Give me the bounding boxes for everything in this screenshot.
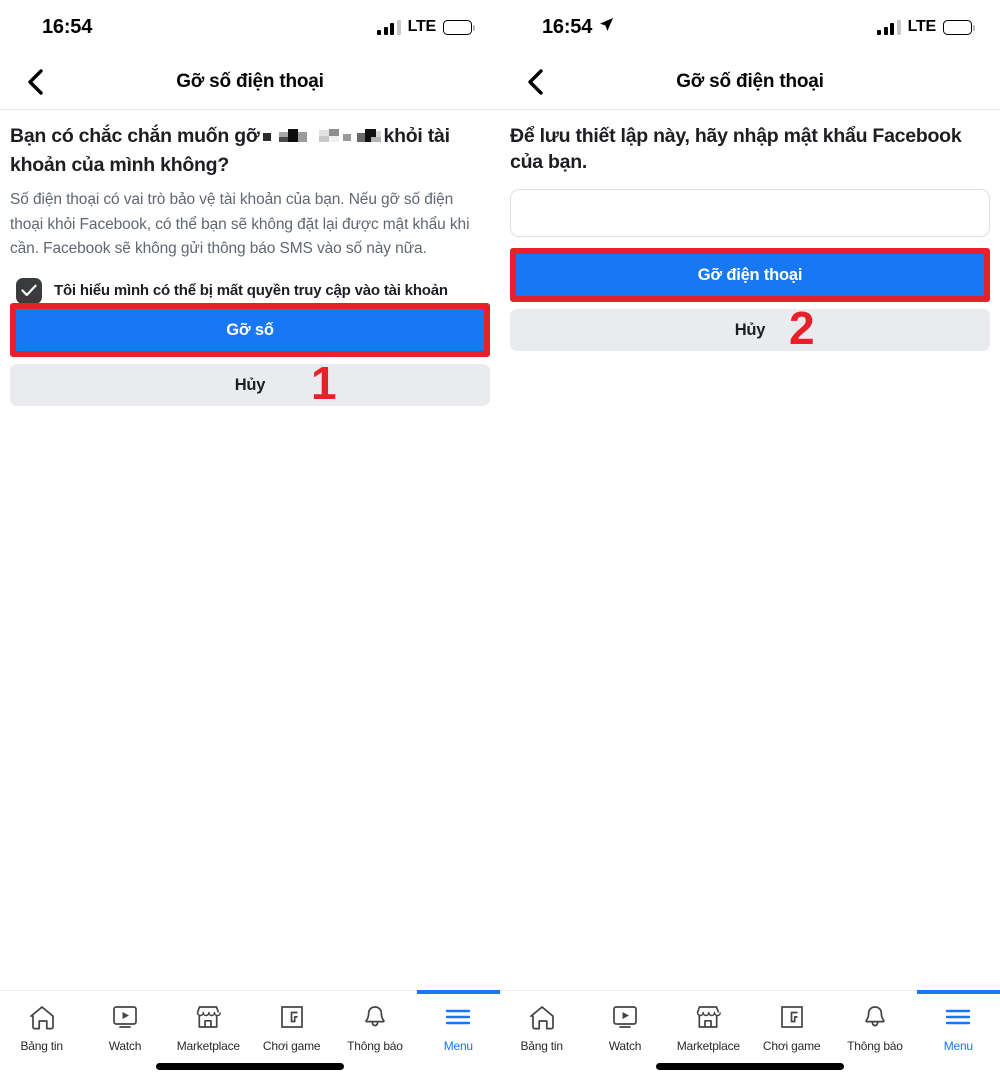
tab-label: Menu xyxy=(443,1039,473,1053)
sidebar-item-marketplace[interactable]: Marketplace xyxy=(167,1002,250,1053)
hamburger-icon xyxy=(944,1002,972,1032)
signal-bars-icon xyxy=(877,19,901,35)
sidebar-item-thong-bao[interactable]: Thông báo xyxy=(333,1002,416,1053)
tab-label: Thông báo xyxy=(347,1039,403,1053)
status-bar-right-group: LTE xyxy=(377,18,475,36)
page-title: Gỡ số điện thoại xyxy=(676,70,824,92)
home-indicator xyxy=(156,1063,344,1070)
acknowledge-checkbox-row[interactable]: Tôi hiểu mình có thể bị mất quyền truy c… xyxy=(10,277,490,304)
sidebar-item-menu[interactable]: Menu xyxy=(416,990,500,1053)
chevron-left-icon[interactable] xyxy=(18,65,52,99)
sidebar-item-choi-game[interactable]: Chơi game xyxy=(750,1002,833,1053)
active-tab-indicator xyxy=(416,990,500,994)
panel-password-confirm: 16:54 LTE Gỡ số điện thoại Để lưu thiết … xyxy=(500,0,1000,1082)
confirm-headline: Bạn có chắc chắn muốn gỡ khỏi tài khoản … xyxy=(10,124,490,178)
headline-text-before: Bạn có chắc chắn muốn gỡ xyxy=(10,125,260,147)
tab-label: Bảng tin xyxy=(520,1039,563,1053)
status-bar-left: 16:54 LTE xyxy=(0,0,500,54)
status-bar-left-group: 16:54 xyxy=(542,16,614,39)
panel-confirm-remove: 16:54 LTE Gỡ số điện thoại Bạn có chắc c… xyxy=(0,0,500,1082)
tab-label: Watch xyxy=(108,1039,142,1053)
step-number-2: 2 xyxy=(789,302,815,354)
checkmark-icon xyxy=(21,285,37,297)
status-bar-time: 16:54 xyxy=(542,15,593,38)
location-arrow-icon xyxy=(599,17,614,37)
status-bar-right: 16:54 LTE xyxy=(500,0,1000,54)
bell-icon xyxy=(861,1002,889,1032)
panel-content-right: Để lưu thiết lập này, hãy nhập mật khẩu … xyxy=(500,110,1000,238)
status-bar-right-group: LTE xyxy=(877,18,975,36)
password-input[interactable] xyxy=(510,189,990,238)
sidebar-item-menu[interactable]: Menu xyxy=(916,990,1000,1053)
nav-header-left: Gỡ số điện thoại xyxy=(0,54,500,110)
confirm-body-text: Số điện thoại có vai trò bảo vệ tài khoả… xyxy=(10,191,470,258)
cancel-button[interactable]: Hủy xyxy=(510,309,990,351)
hamburger-icon xyxy=(444,1002,472,1032)
tab-label: Bảng tin xyxy=(20,1039,63,1053)
sidebar-item-bang-tin[interactable]: Bảng tin xyxy=(0,1002,83,1053)
nav-header-right: Gỡ số điện thoại xyxy=(500,54,1000,110)
password-prompt-headline: Để lưu thiết lập này, hãy nhập mật khẩu … xyxy=(510,125,962,173)
active-tab-indicator xyxy=(916,990,1000,994)
tab-label: Watch xyxy=(608,1039,642,1053)
sidebar-item-thong-bao[interactable]: Thông báo xyxy=(833,1002,916,1053)
home-indicator xyxy=(656,1063,844,1070)
home-icon xyxy=(528,1002,556,1032)
tab-label: Chơi game xyxy=(762,1039,821,1053)
tab-label: Thông báo xyxy=(847,1039,903,1053)
battery-icon xyxy=(943,19,975,35)
chevron-left-icon[interactable] xyxy=(518,65,552,99)
remove-phone-button[interactable]: Gỡ điện thoại xyxy=(510,254,990,296)
marketplace-icon xyxy=(694,1002,722,1032)
sidebar-item-watch[interactable]: Watch xyxy=(583,1002,666,1053)
checkbox-checked[interactable] xyxy=(16,277,42,304)
status-bar-time: 16:54 xyxy=(42,15,93,38)
gaming-icon xyxy=(278,1002,306,1032)
sidebar-item-bang-tin[interactable]: Bảng tin xyxy=(500,1002,583,1053)
status-bar-left-group: 16:54 xyxy=(42,16,92,39)
tab-label: Menu xyxy=(943,1039,973,1053)
tab-label: Marketplace xyxy=(676,1039,740,1053)
home-icon xyxy=(28,1002,56,1032)
signal-bars-icon xyxy=(377,19,401,35)
panel-content-left: Bạn có chắc chắn muốn gỡ khỏi tài khoản … xyxy=(0,110,500,304)
cancel-button[interactable]: Hủy xyxy=(10,364,490,406)
page-title: Gỡ số điện thoại xyxy=(176,70,324,92)
tab-label: Marketplace xyxy=(176,1039,240,1053)
tab-label: Chơi game xyxy=(262,1039,321,1053)
remove-number-button[interactable]: Gỡ số xyxy=(10,309,490,351)
bell-icon xyxy=(361,1002,389,1032)
redacted-phone-number xyxy=(262,127,381,153)
watch-play-icon xyxy=(111,1002,139,1032)
watch-play-icon xyxy=(611,1002,639,1032)
battery-icon xyxy=(443,19,475,35)
sidebar-item-choi-game[interactable]: Chơi game xyxy=(250,1002,333,1053)
two-panel-screenshot: 16:54 LTE Gỡ số điện thoại Bạn có chắc c… xyxy=(0,0,1000,1082)
carrier-label: LTE xyxy=(407,18,437,35)
sidebar-item-marketplace[interactable]: Marketplace xyxy=(667,1002,750,1053)
acknowledge-checkbox-label: Tôi hiểu mình có thể bị mất quyền truy c… xyxy=(54,282,448,300)
carrier-label: LTE xyxy=(907,18,937,35)
marketplace-icon xyxy=(194,1002,222,1032)
gaming-icon xyxy=(778,1002,806,1032)
sidebar-item-watch[interactable]: Watch xyxy=(83,1002,166,1053)
step-number-1: 1 xyxy=(311,357,337,409)
